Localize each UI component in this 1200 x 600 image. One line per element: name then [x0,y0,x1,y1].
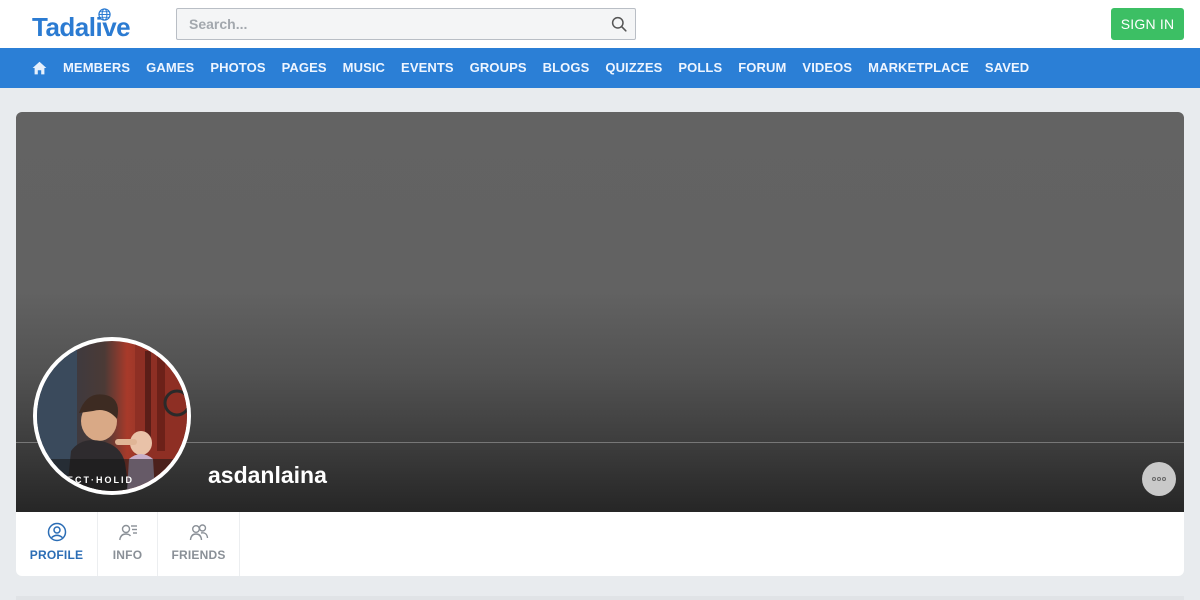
nav-item-quizzes[interactable]: QUIZZES [597,48,670,88]
nav-item-music[interactable]: MUSIC [335,48,393,88]
nav-item-polls[interactable]: POLLS [670,48,730,88]
nav-item-events[interactable]: EVENTS [393,48,462,88]
nav-item-forum[interactable]: FORUM [730,48,794,88]
nav-item-pages[interactable]: PAGES [274,48,335,88]
logo-text: Tadalive [32,12,131,42]
user-circle-icon [47,522,66,542]
nav-item-games[interactable]: GAMES [138,48,202,88]
nav-item-blogs[interactable]: BLOGS [535,48,598,88]
friends-icon [189,524,208,541]
tab-profile-label: PROFILE [29,548,84,562]
more-options-button[interactable] [1142,462,1176,496]
avatar-image: ECT·HOLID [37,341,187,491]
site-logo[interactable]: Tadalive [32,8,144,42]
nav-item-saved[interactable]: SAVED [977,48,1037,88]
tab-friends[interactable]: FRIENDS [158,512,240,576]
nav-item-videos[interactable]: VIDEOS [794,48,860,88]
nav-item-members[interactable]: MEMBERS [55,48,138,88]
search-input[interactable] [177,9,597,39]
tab-info-label: INFO [112,548,143,562]
tab-profile[interactable]: PROFILE [16,512,98,576]
user-info-icon [118,524,137,541]
avatar[interactable]: ECT·HOLID [33,337,191,495]
profile-tabs: PROFILE INFO FRIENDS [16,512,1184,576]
tab-friends-label: FRIENDS [171,548,226,562]
nav-item-groups[interactable]: GROUPS [462,48,535,88]
search-box [176,8,636,40]
sign-in-button[interactable]: SIGN IN [1111,8,1184,40]
home-icon[interactable] [31,60,47,76]
top-header: Tadalive SIGN IN [0,0,1200,48]
cover-divider [16,442,1184,443]
avatar-caption: ECT·HOLID [67,475,134,485]
main-nav: MEMBERS GAMES PHOTOS PAGES MUSIC EVENTS … [0,48,1200,88]
avatar-photo: ECT·HOLID [37,341,187,491]
tab-info[interactable]: INFO [98,512,158,576]
next-card-edge [16,596,1184,600]
nav-item-photos[interactable]: PHOTOS [202,48,273,88]
globe-icon [98,8,111,21]
search-icon[interactable] [611,16,627,32]
ellipsis-icon [1152,477,1166,481]
nav-item-marketplace[interactable]: MARKETPLACE [860,48,977,88]
profile-username: asdanlaina [208,462,327,488]
profile-cover [16,112,1184,512]
